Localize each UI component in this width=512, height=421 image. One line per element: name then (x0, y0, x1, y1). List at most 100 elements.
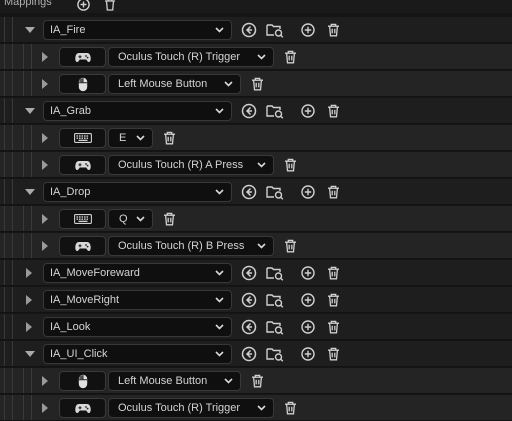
browse-to-asset-icon[interactable] (266, 103, 284, 119)
expand-arrow-icon[interactable] (22, 266, 36, 280)
key-selector-button[interactable] (59, 371, 106, 391)
add-key-mapping-icon[interactable] (301, 347, 315, 361)
key-dropdown[interactable]: Left Mouse Button (108, 74, 241, 94)
expand-arrow-icon[interactable] (22, 320, 36, 334)
tree-guide-line (4, 206, 5, 231)
keyboard-icon (73, 214, 92, 224)
expand-arrow-icon[interactable] (38, 239, 52, 253)
key-dropdown[interactable]: Q (108, 209, 153, 229)
delete-key-trash-icon[interactable] (284, 50, 297, 64)
key-selector-button[interactable] (59, 209, 106, 229)
delete-mapping-trash-icon[interactable] (327, 23, 340, 37)
tree-guide-line (4, 395, 5, 420)
delete-key-trash-icon[interactable] (284, 239, 297, 253)
delete-key-trash-icon[interactable] (284, 158, 297, 172)
use-selected-asset-icon[interactable] (241, 319, 257, 335)
tree-guide-line (4, 314, 5, 339)
chevron-down-icon (214, 186, 225, 200)
input-action-dropdown[interactable]: IA_UI_Click (43, 344, 232, 364)
use-selected-asset-icon[interactable] (241, 184, 257, 200)
key-dropdown[interactable]: Oculus Touch (R) Trigger (108, 398, 274, 418)
key-name: Q (119, 213, 128, 225)
expand-arrow-icon[interactable] (38, 158, 52, 172)
delete-mapping-trash-icon[interactable] (327, 185, 340, 199)
delete-key-trash-icon[interactable] (251, 374, 264, 388)
use-selected-asset-icon[interactable] (241, 265, 257, 281)
input-action-dropdown[interactable]: IA_Drop (43, 182, 232, 202)
tree-guide-line (12, 341, 13, 366)
arrow-glyph (42, 403, 48, 413)
use-selected-asset-icon[interactable] (241, 346, 257, 362)
tree-guide-line (12, 314, 13, 339)
arrow-glyph (25, 27, 35, 33)
input-action-dropdown[interactable]: IA_Fire (43, 20, 232, 40)
add-key-mapping-icon[interactable] (301, 320, 315, 334)
tree-guide-line (23, 395, 24, 420)
add-key-mapping-icon[interactable] (301, 185, 315, 199)
key-dropdown[interactable]: Oculus Touch (R) A Press (108, 155, 274, 175)
collapse-arrow-icon[interactable] (23, 104, 37, 118)
delete-key-trash-icon[interactable] (163, 131, 176, 145)
key-selector-button[interactable] (59, 236, 106, 256)
input-action-dropdown[interactable]: IA_MoveForeward (43, 263, 232, 283)
add-key-mapping-icon[interactable] (301, 23, 315, 37)
collapse-arrow-icon[interactable] (23, 23, 37, 37)
browse-to-asset-icon[interactable] (266, 22, 284, 38)
expand-arrow-icon[interactable] (38, 50, 52, 64)
browse-to-asset-icon[interactable] (266, 265, 284, 281)
arrow-glyph (26, 322, 32, 332)
expand-arrow-icon[interactable] (38, 131, 52, 145)
use-selected-asset-icon[interactable] (241, 103, 257, 119)
input-action-dropdown[interactable]: IA_MoveRight (43, 290, 232, 310)
delete-mapping-trash-icon[interactable] (327, 320, 340, 334)
chevron-down-icon (135, 132, 146, 146)
expand-arrow-icon[interactable] (38, 401, 52, 415)
key-selector-button[interactable] (59, 155, 106, 175)
tree-guide-line (12, 287, 13, 312)
key-selector-button[interactable] (59, 398, 106, 418)
key-dropdown[interactable]: E (108, 128, 153, 148)
add-mapping-icon[interactable] (76, 0, 90, 11)
delete-key-trash-icon[interactable] (163, 212, 176, 226)
input-action-dropdown[interactable]: IA_Look (43, 317, 232, 337)
expand-arrow-icon[interactable] (38, 77, 52, 91)
add-key-mapping-icon[interactable] (301, 293, 315, 307)
key-dropdown[interactable]: Oculus Touch (R) Trigger (108, 47, 274, 67)
tree-guide-line (31, 71, 32, 96)
gamepad-icon (74, 241, 91, 252)
key-selector-button[interactable] (59, 128, 106, 148)
browse-to-asset-icon[interactable] (266, 184, 284, 200)
key-selector-button[interactable] (59, 74, 106, 94)
expand-arrow-icon[interactable] (38, 212, 52, 226)
use-selected-asset-icon[interactable] (241, 292, 257, 308)
add-key-mapping-icon[interactable] (301, 104, 315, 118)
tree-guide-line (23, 368, 24, 393)
delete-mapping-trash-icon[interactable] (327, 104, 340, 118)
delete-key-trash-icon[interactable] (284, 401, 297, 415)
action-mapping-row: IA_MoveForeward (0, 260, 512, 286)
delete-mapping-trash-icon[interactable] (327, 266, 340, 280)
key-dropdown[interactable]: Oculus Touch (R) B Press (108, 236, 274, 256)
delete-mapping-trash-icon[interactable] (327, 347, 340, 361)
tree-guide-line (4, 71, 5, 96)
expand-arrow-icon[interactable] (38, 374, 52, 388)
collapse-arrow-icon[interactable] (23, 347, 37, 361)
delete-mapping-trash-icon[interactable] (327, 293, 340, 307)
input-action-dropdown[interactable]: IA_Grab (43, 101, 232, 121)
add-key-mapping-icon[interactable] (301, 266, 315, 280)
collapse-arrow-icon[interactable] (23, 185, 37, 199)
key-mapping-row: Left Mouse Button (0, 71, 512, 97)
arrow-glyph (25, 189, 35, 195)
tree-guide-line (23, 71, 24, 96)
browse-to-asset-icon[interactable] (266, 346, 284, 362)
key-selector-button[interactable] (59, 47, 106, 67)
use-selected-asset-icon[interactable] (241, 22, 257, 38)
key-mapping-row: Oculus Touch (R) Trigger (0, 395, 512, 421)
browse-to-asset-icon[interactable] (266, 319, 284, 335)
delete-key-trash-icon[interactable] (251, 77, 264, 91)
browse-to-asset-icon[interactable] (266, 292, 284, 308)
clear-mappings-trash-icon[interactable] (103, 0, 117, 11)
key-dropdown[interactable]: Left Mouse Button (108, 371, 241, 391)
expand-arrow-icon[interactable] (22, 293, 36, 307)
tree-guide-line (23, 44, 24, 69)
